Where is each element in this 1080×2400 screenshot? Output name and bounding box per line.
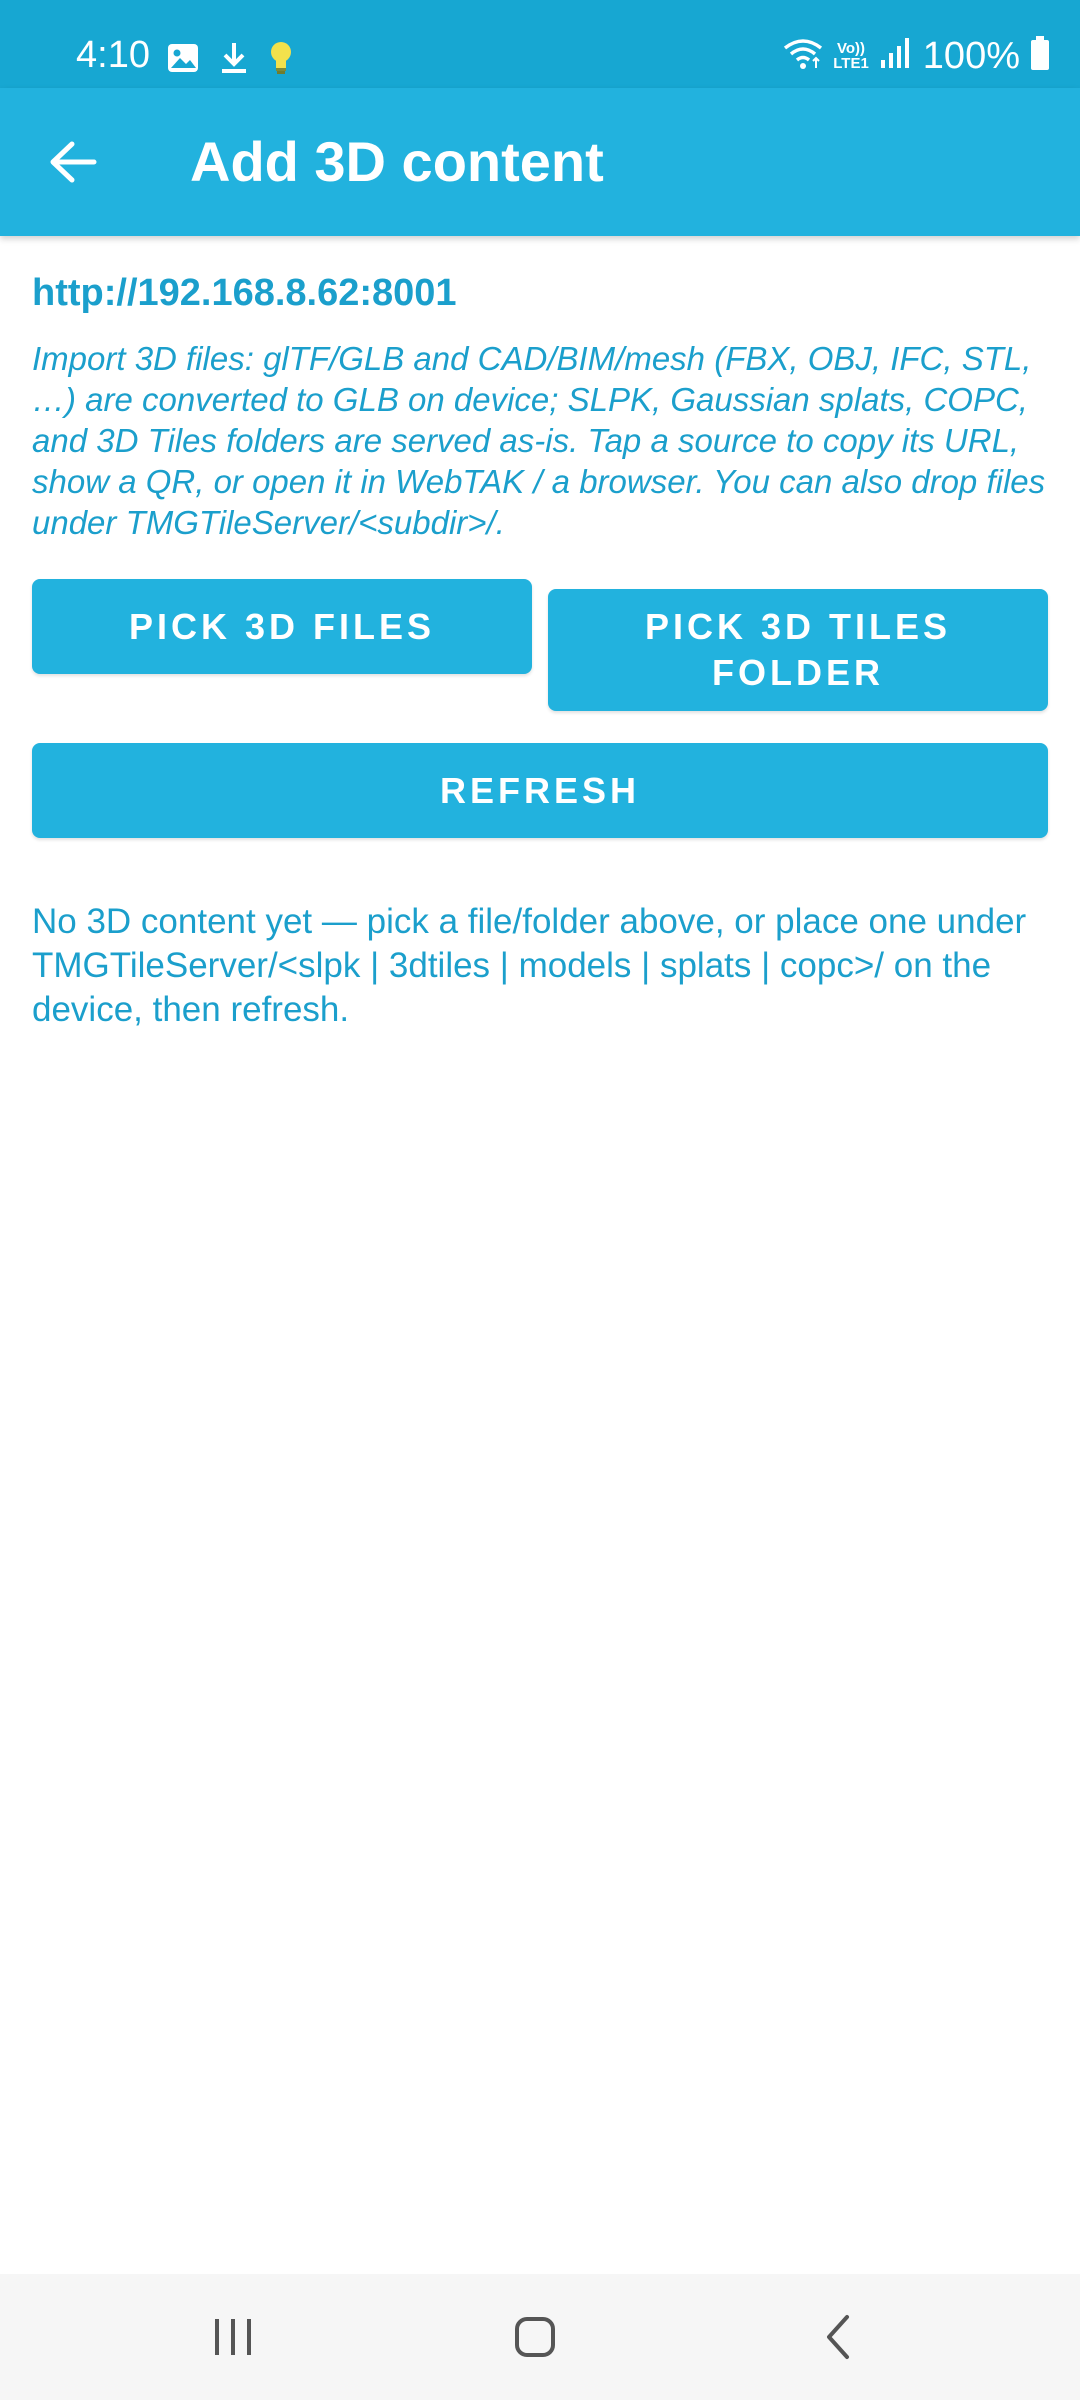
- pick-3d-files-button[interactable]: PICK 3D FILES: [32, 579, 532, 674]
- recents-button[interactable]: [183, 2302, 283, 2372]
- refresh-button[interactable]: REFRESH: [32, 743, 1048, 838]
- image-icon: [166, 42, 200, 79]
- home-icon: [515, 2317, 555, 2357]
- signal-icon: [879, 36, 913, 75]
- empty-state-message: No 3D content yet — pick a file/folder a…: [32, 902, 1027, 1029]
- battery-icon: [1030, 36, 1050, 75]
- pick-3d-files-label: PICK 3D FILES: [128, 605, 436, 647]
- pick-3d-tiles-line2: FOLDER: [711, 652, 884, 693]
- screen: 4:10 Vo)) LTE1 100% Add 3D content http:…: [0, 0, 1080, 2400]
- page-title: Add 3D content: [190, 130, 604, 193]
- volte-line2: LTE1: [833, 54, 869, 72]
- description-text: Import 3D files: glTF/GLB and CAD/BIM/me…: [32, 340, 1046, 541]
- recents-icon: [215, 2319, 251, 2355]
- lightbulb-icon: [268, 40, 294, 81]
- navigation-bar: [0, 2274, 1080, 2400]
- app-bar: Add 3D content: [0, 88, 1080, 236]
- status-left-icons: [166, 40, 294, 81]
- status-time: 4:10: [76, 34, 150, 76]
- home-button[interactable]: [485, 2302, 585, 2372]
- system-back-button[interactable]: [788, 2302, 888, 2372]
- download-icon: [220, 41, 248, 80]
- refresh-label: REFRESH: [439, 769, 641, 811]
- volte-line1: Vo)): [836, 39, 866, 57]
- wifi-icon: [783, 36, 823, 75]
- pick-3d-tiles-folder-button[interactable]: PICK 3D TILES FOLDER: [548, 589, 1048, 711]
- status-bar: 4:10 Vo)) LTE1 100%: [0, 0, 1080, 88]
- pick-3d-tiles-folder-label: PICK 3D TILES FOLDER: [645, 604, 951, 696]
- back-icon: [827, 2315, 849, 2359]
- arrow-left-icon: [50, 141, 97, 183]
- volte-icon: Vo)) LTE1: [833, 41, 869, 71]
- back-button[interactable]: [38, 132, 108, 192]
- status-right-icons: Vo)) LTE1 100%: [783, 36, 1050, 75]
- battery-percent: 100%: [922, 34, 1020, 77]
- pick-3d-tiles-line1: PICK 3D TILES: [644, 606, 952, 647]
- server-url: http://192.168.8.62:8001: [32, 272, 457, 314]
